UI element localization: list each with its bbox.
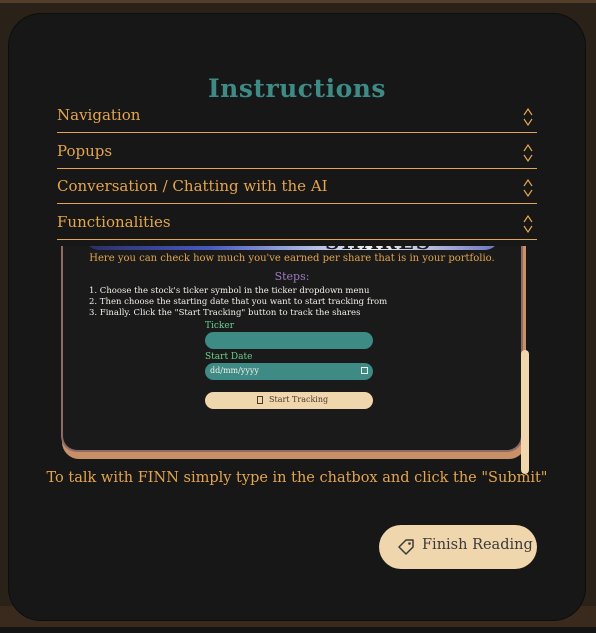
up-down-chevron-icon [523, 179, 533, 197]
backdrop-top-strip [0, 0, 596, 3]
up-down-chevron-icon [523, 108, 533, 126]
accordion-navigation[interactable]: Navigation [57, 104, 537, 133]
ticker-label: Ticker [205, 321, 235, 331]
shares-banner-image: SHARES [85, 246, 499, 254]
step-item: 3. Finally. Click the "Start Tracking" b… [89, 308, 361, 318]
shares-tracking-screenshot: SHARES Here you can check how much you'v… [63, 246, 521, 450]
accordion-label: Conversation / Chatting with the AI [57, 177, 328, 195]
content-scrollbar[interactable] [521, 350, 529, 474]
step-item: 1. Choose the stock's ticker symbol in t… [89, 286, 370, 296]
step-item: 2. Then choose the starting date that yo… [89, 297, 388, 307]
screenshot-steps-title: Steps: [274, 270, 310, 283]
accordion-functionalities[interactable]: Functionalities [57, 211, 537, 240]
up-down-chevron-icon [523, 144, 533, 162]
ticker-dropdown [205, 332, 373, 349]
finish-reading-label: Finish Reading [422, 537, 533, 553]
up-down-chevron-icon [523, 215, 533, 233]
backdrop-bottom-line [0, 627, 596, 633]
functionalities-content: SHARES Here you can check how much you'v… [57, 246, 547, 482]
finish-reading-button[interactable]: Finish Reading [379, 525, 537, 569]
start-tracking-button: Start Tracking [205, 392, 373, 409]
instructions-modal: Instructions Navigation Popups Conversat… [9, 14, 585, 620]
accordion-label: Functionalities [57, 213, 171, 231]
accordion-label: Navigation [57, 106, 141, 124]
date-placeholder: dd/mm/yyyy [210, 366, 259, 375]
accordion-conversation[interactable]: Conversation / Chatting with the AI [57, 175, 537, 204]
screenshot-steps-list: 1. Choose the stock's ticker symbol in t… [89, 286, 519, 319]
start-date-input: dd/mm/yyyy [205, 363, 373, 380]
tag-icon [398, 539, 414, 555]
screenshot-intro-text: Here you can check how much you've earne… [89, 253, 495, 264]
document-icon [257, 396, 263, 404]
accordion-popups[interactable]: Popups [57, 140, 537, 169]
start-tracking-label: Start Tracking [269, 395, 329, 404]
modal-title: Instructions [207, 74, 387, 103]
accordion-label: Popups [57, 142, 113, 160]
calendar-icon [361, 367, 368, 374]
chat-instruction-text: To talk with FINN simply type in the cha… [46, 470, 548, 486]
start-date-label: Start Date [205, 352, 253, 362]
